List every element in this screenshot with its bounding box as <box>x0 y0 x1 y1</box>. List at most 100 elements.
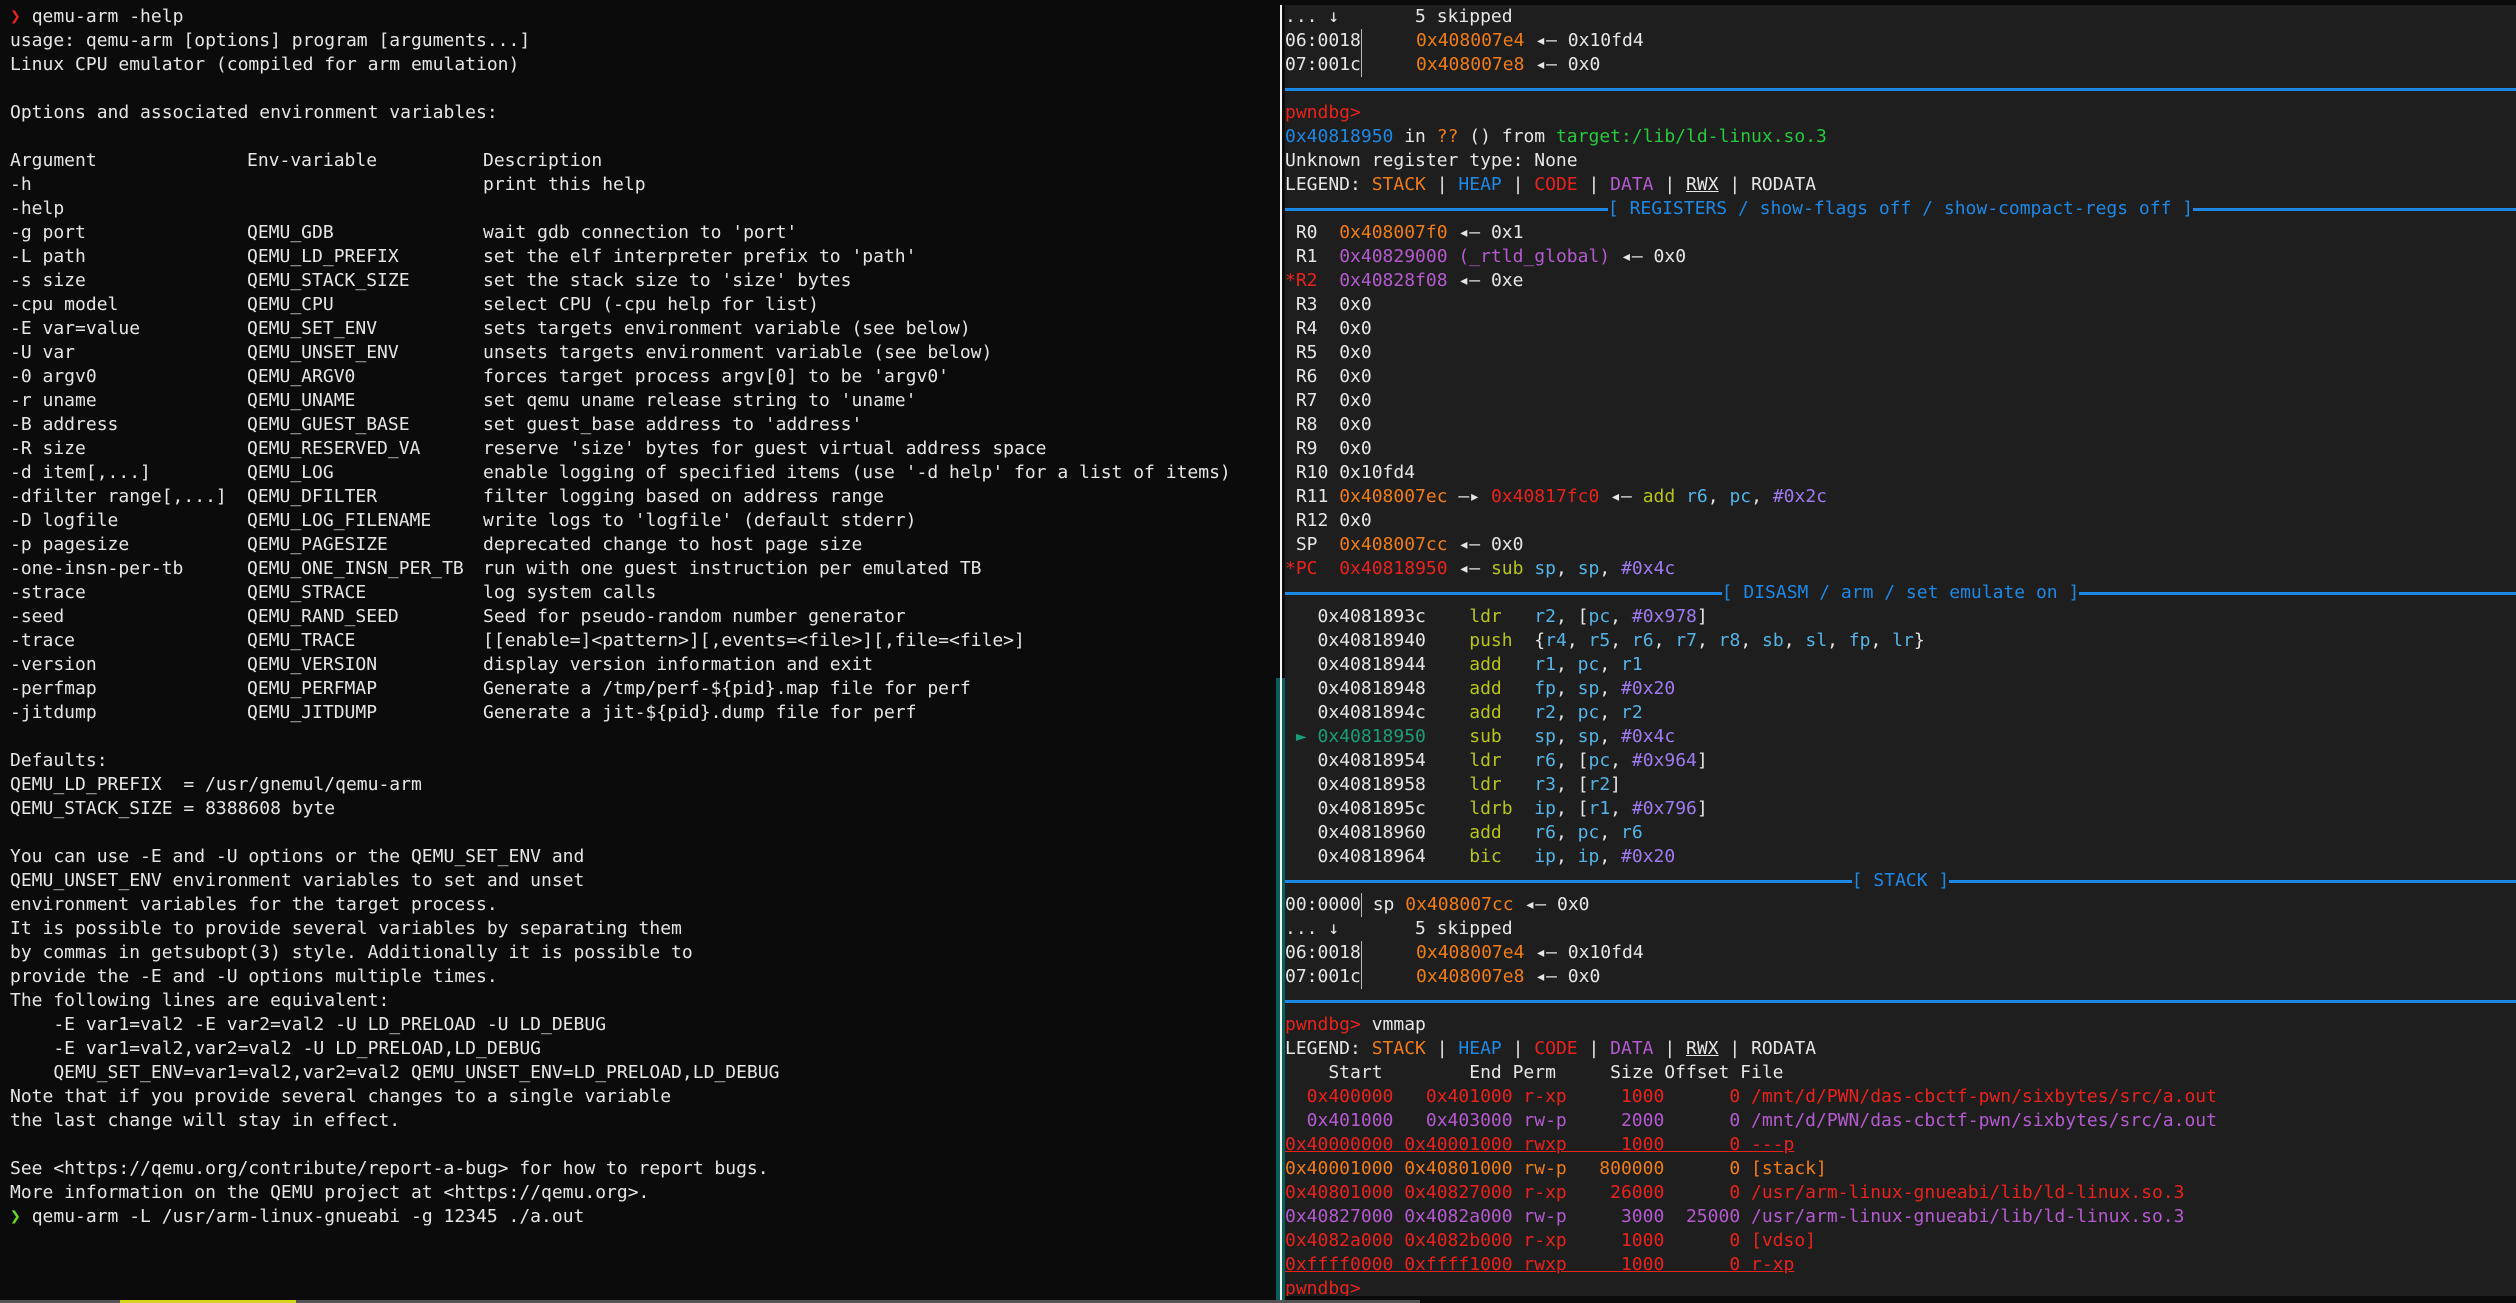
register-row: R5 0x0 <box>1285 341 2516 365</box>
stack-value: 0x0 <box>1556 894 1590 915</box>
instruction-operands: fp, sp, #0x20 <box>1534 678 1676 699</box>
unknown-register-line: Unknown register type: None <box>1285 150 1578 171</box>
instruction-operands: r6, [pc, #0x964] <box>1534 750 1708 771</box>
option-env-variable: QEMU_TRACE <box>247 630 356 651</box>
stack-row: 07:001c 0x408007e8 ◂— 0x0 <box>1285 965 2516 989</box>
register-row: R8 0x0 <box>1285 413 2516 437</box>
option-row: -version QEMU_VERSION display version info… <box>10 653 1275 677</box>
register-value: 0x10fd4 <box>1339 462 1416 483</box>
register-value: 0x0 <box>1339 366 1372 387</box>
deref-arrow-icon: ◂— <box>1458 222 1481 243</box>
register-symbol: (_rtld_global) <box>1447 246 1611 267</box>
option-env-variable: QEMU_STACK_SIZE <box>247 270 410 291</box>
stack-address: 0x408007e8 <box>1416 966 1525 987</box>
register-row: R4 0x0 <box>1285 317 2516 341</box>
stack-row: 00:0000 sp 0x408007cc ◂— 0x0 <box>1285 893 2516 917</box>
vmmap-row: 0xffff0000 0xffff1000 rwxp 1000 0 r-xp <box>1285 1254 1795 1275</box>
option-row: -trace QEMU_TRACE [[enable=]<pattern>][,ev… <box>10 629 1275 653</box>
pwndbg-prompt-final[interactable]: pwndbg> <box>1285 1277 2516 1296</box>
register-row: R10 0x10fd4 <box>1285 461 2516 485</box>
register-name: R7 <box>1295 390 1340 411</box>
instruction-operands: sp, sp, #0x4c <box>1534 726 1676 747</box>
register-changed-mark <box>1285 246 1296 267</box>
register-changed-mark <box>1285 222 1296 243</box>
stack-skip-text: 5 skipped <box>1415 918 1513 939</box>
option-description: sets targets environment variable (see b… <box>483 318 971 339</box>
note-line: The following lines are equivalent: <box>10 990 390 1011</box>
option-env-variable: QEMU_ARGV0 <box>247 366 356 387</box>
stack-skip-row: ... ↓ 5 skipped <box>1285 917 2516 941</box>
register-changed-mark <box>1285 414 1296 435</box>
prompt-line-1: ❯ qemu-arm -help <box>10 5 1275 29</box>
register-name: R3 <box>1295 294 1340 315</box>
instruction-operands: r1, pc, r1 <box>1534 654 1643 675</box>
prompt-chevron-icon: ❯ <box>10 6 21 27</box>
option-argument: -strace <box>10 582 86 603</box>
instruction-mnemonic: ldrb <box>1469 798 1535 819</box>
pwndbg-prompt[interactable]: pwndbg> <box>1285 101 2516 125</box>
stack-value: 0x0 <box>1567 966 1601 987</box>
option-argument: -R size <box>10 438 86 459</box>
register-name: R2 <box>1295 270 1340 291</box>
instruction-mnemonic: bic <box>1469 846 1535 867</box>
instruction-address: 0x40818950 <box>1317 726 1426 747</box>
register-name: R4 <box>1295 318 1340 339</box>
instruction-mnemonic: ldr <box>1469 750 1535 771</box>
option-description: Generate a /tmp/perf-${pid}.map file for… <box>483 678 971 699</box>
option-row: -r uname QEMU_UNAME set qemu uname release… <box>10 389 1275 413</box>
prompt-line-2[interactable]: ❯ qemu-arm -L /usr/arm-linux-gnueabi -g … <box>10 1205 1275 1229</box>
register-changed-mark <box>1285 390 1296 411</box>
option-description: write logs to 'logfile' (default stderr) <box>483 510 917 531</box>
prompt-chevron-icon: ❯ <box>10 1206 21 1227</box>
option-env-variable: QEMU_JITDUMP <box>247 702 378 723</box>
right-terminal-pane[interactable]: ... ↓ 5 skipped 06:0018 0x408007e4 ◂— 0x… <box>1285 5 2516 1296</box>
option-row: -strace QEMU_STRACE log system calls <box>10 581 1275 605</box>
command-text: qemu-arm -help <box>31 6 184 27</box>
disasm-row: 0x40818954 ldr r6, [pc, #0x964] <box>1285 749 2516 773</box>
register-changed-mark: * <box>1285 270 1296 291</box>
default-ld-prefix: QEMU_LD_PREFIX = /usr/gnemul/qemu-arm <box>10 774 422 795</box>
register-name: R8 <box>1295 414 1340 435</box>
option-description: log system calls <box>483 582 657 603</box>
stack-index: 00:0000 <box>1285 894 1361 915</box>
disasm-row: 0x40818944 add r1, pc, r1 <box>1285 653 2516 677</box>
instruction-mnemonic: add <box>1469 654 1535 675</box>
option-row: -p pagesize QEMU_PAGESIZE deprecated chang… <box>10 533 1275 557</box>
left-terminal-pane[interactable]: ❯ qemu-arm -help usage: qemu-arm [option… <box>0 0 1275 1296</box>
stack-list: 00:0000 sp 0x408007cc ◂— 0x0... ↓ 5 skip… <box>1285 893 2516 989</box>
instruction-operands: r2, pc, r2 <box>1534 702 1643 723</box>
option-argument: -d item[,...] <box>10 462 151 483</box>
header-argument: Argument <box>10 150 97 171</box>
disasm-row: ► 0x40818950 sub sp, sp, #0x4c <box>1285 725 2516 749</box>
gutter <box>1285 846 1318 867</box>
option-row: -seed QEMU_RAND_SEED Seed for pseudo-rando… <box>10 605 1275 629</box>
disasm-row: 0x40818964 bic ip, ip, #0x20 <box>1285 845 2516 869</box>
note-line: provide the -E and -U options multiple t… <box>10 966 498 987</box>
register-value: 0x0 <box>1339 342 1372 363</box>
deref-arrow-icon: ◂— <box>1620 246 1643 267</box>
disasm-row: 0x40818958 ldr r3, [r2] <box>1285 773 2516 797</box>
deref-arrow-icon: ◂— <box>1535 966 1557 987</box>
option-env-variable: QEMU_PERFMAP <box>247 678 378 699</box>
register-row: R9 0x0 <box>1285 437 2516 461</box>
instruction-mnemonic: add <box>1469 702 1535 723</box>
instruction-mnemonic: push <box>1469 630 1535 651</box>
stack-index: ... ↓ <box>1285 918 1340 939</box>
option-argument: -help <box>10 198 65 219</box>
register-value: 0x408007f0 <box>1339 222 1448 243</box>
instruction-address: 0x40818964 <box>1317 846 1426 867</box>
options-table-header: Argument Env-variable Description <box>10 149 1275 173</box>
vertical-bar <box>1360 53 1362 77</box>
option-description: unsets targets environment variable (see… <box>483 342 993 363</box>
disasm-list: 0x4081893c ldr r2, [pc, #0x978] 0x408189… <box>1285 605 2516 869</box>
vertical-bar <box>1360 893 1362 917</box>
option-argument: -E var=value <box>10 318 141 339</box>
vmmap-command-line: pwndbg> vmmap <box>1285 1014 1426 1035</box>
register-row: R7 0x0 <box>1285 389 2516 413</box>
register-row-sp: SP 0x408007cc ◂— 0x0 <box>1295 534 1524 555</box>
vmmap-row: 0x400000 0x401000 r-xp 1000 0 /mnt/d/PWN… <box>1285 1086 2217 1107</box>
stack-value: 0x10fd4 <box>1567 942 1644 963</box>
option-description: print this help <box>483 174 646 195</box>
instruction-mnemonic: add <box>1469 822 1535 843</box>
option-argument: -h <box>10 174 32 195</box>
